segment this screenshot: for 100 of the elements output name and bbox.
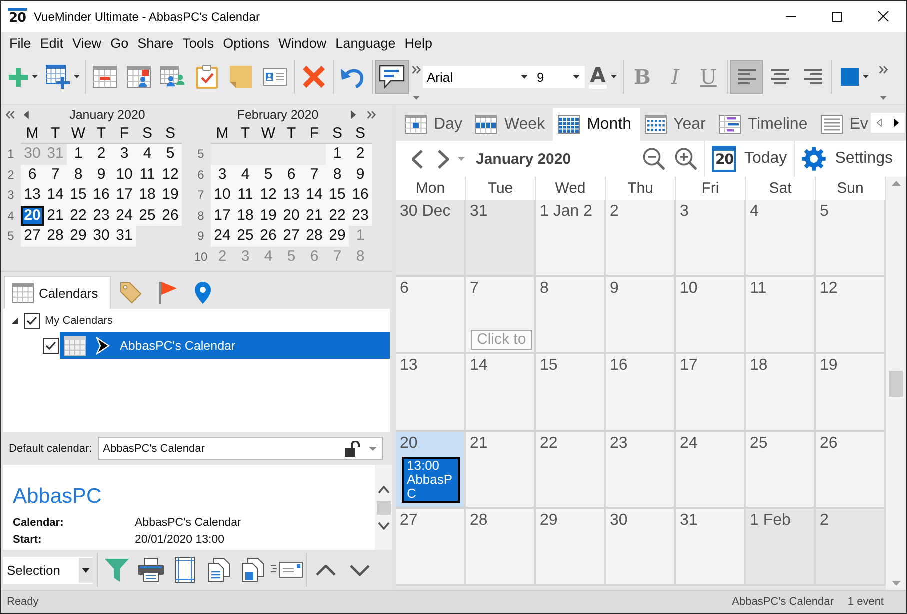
calendar-day-cell[interactable]: 17 (676, 354, 746, 432)
calendar-day[interactable]: 9 (349, 164, 372, 185)
checkbox[interactable] (43, 338, 59, 354)
caret-down-icon[interactable] (79, 558, 93, 582)
calendar-day-cell[interactable]: 12 (816, 277, 886, 354)
calendar-day[interactable]: 10 (211, 185, 234, 206)
menu-item[interactable]: Share (133, 36, 178, 51)
calendar-day-cell[interactable]: 3 (676, 200, 746, 278)
calendar-day[interactable]: 10 (113, 164, 136, 185)
font-select[interactable]: Arial (423, 66, 533, 88)
calendar-day[interactable]: 29 (67, 226, 90, 246)
calendar-day[interactable]: 16 (90, 185, 113, 206)
calendar-day-cell[interactable]: 18 (746, 354, 816, 432)
calendar-day-cell[interactable]: 16 (606, 354, 676, 432)
double-chevron-left-icon[interactable] (6, 110, 14, 118)
calendar-day-cell[interactable]: 1 Feb (746, 508, 816, 586)
calendar-day[interactable]: 19 (257, 206, 280, 226)
settings-button[interactable]: Settings (797, 141, 898, 177)
calendar-list-item[interactable]: AbbasPC's Calendar (60, 332, 390, 359)
scroll-up-icon[interactable] (892, 181, 900, 186)
calendar-day[interactable]: 6 (21, 164, 44, 185)
calendar-day[interactable]: 12 (159, 164, 182, 185)
checkbox[interactable] (24, 313, 40, 329)
calendar-day-cell[interactable]: 28 (466, 508, 536, 586)
scrollbar-thumb[interactable] (376, 500, 390, 514)
triangle-right-icon[interactable] (894, 119, 899, 127)
menu-item[interactable]: Edit (36, 36, 68, 51)
calendar-day-cell[interactable]: 25 (746, 432, 816, 509)
calendar-day[interactable]: 26 (159, 206, 182, 226)
calendar-day[interactable]: 24 (211, 226, 234, 246)
scroll-down-icon[interactable] (892, 581, 900, 586)
calendar-day-cell[interactable]: 8 (536, 277, 606, 354)
chevron-down-icon[interactable] (378, 522, 390, 530)
calendar-day[interactable]: 24 (113, 206, 136, 226)
calendar-day-cell[interactable]: 22 (536, 432, 606, 509)
calendar-day[interactable]: 22 (67, 206, 90, 226)
view-tab[interactable]: Timeline (714, 108, 816, 141)
calendar-day[interactable]: 11 (234, 185, 257, 206)
calendar-day-cell[interactable]: 6 (396, 277, 466, 354)
calendar-day[interactable]: 6 (280, 164, 303, 185)
calendar-day[interactable]: 17 (211, 206, 234, 226)
calendar-day[interactable]: 4 (234, 164, 257, 185)
menu-item[interactable]: Tools (178, 36, 219, 51)
calendar-day[interactable]: 20 (280, 206, 303, 226)
calendar-day[interactable]: 4 (136, 144, 159, 164)
view-tab[interactable]: Year (640, 108, 714, 141)
calendar-day[interactable]: 5 (257, 164, 280, 185)
view-tab[interactable]: Month (553, 108, 640, 141)
calendar-day[interactable]: 7 (303, 164, 326, 185)
view-tab[interactable]: Week (470, 108, 554, 141)
calendar-day[interactable]: 27 (21, 226, 44, 246)
calendar-day[interactable]: 29 (326, 226, 349, 246)
triangle-left-icon[interactable] (877, 119, 882, 127)
calendar-day[interactable]: 21 (44, 206, 67, 226)
calendar-day[interactable]: 30 (90, 226, 113, 246)
calendar-day-cell[interactable]: 5 (816, 200, 886, 278)
calendar-day-cell[interactable]: 31 (466, 200, 536, 278)
calendar-day[interactable]: 13 (21, 185, 44, 206)
calendar-group-item[interactable]: My Calendars (44, 310, 114, 332)
calendar-day-cell[interactable]: 27 (396, 508, 466, 586)
font-color-button[interactable]: A (585, 60, 621, 94)
calendar-day[interactable]: 18 (136, 185, 159, 206)
calendar-day[interactable]: 2 (349, 144, 372, 164)
calendar-day-cell[interactable]: 11 (746, 277, 816, 354)
calendar-day[interactable]: 31 (113, 226, 136, 246)
calendar-day-cell[interactable]: 21 (466, 432, 536, 509)
calendar-day-cell[interactable]: 30 Dec (396, 200, 466, 278)
calendar-day-cell[interactable]: 15 (536, 354, 606, 432)
calendar-day[interactable]: 8 (326, 164, 349, 185)
calendar-day-cell[interactable]: 31 (676, 508, 746, 586)
double-chevron-right-icon[interactable] (878, 66, 888, 74)
calendar-day[interactable]: 17 (113, 185, 136, 206)
calendar-day[interactable]: 7 (44, 164, 67, 185)
menu-item[interactable]: Language (331, 36, 400, 51)
default-calendar-select[interactable]: AbbasPC's Calendar (98, 437, 384, 460)
menu-item[interactable]: Window (274, 36, 332, 51)
calendar-day[interactable]: 11 (136, 164, 159, 185)
triangle-left-icon[interactable] (24, 110, 28, 118)
calendar-day-cell[interactable]: 29 (536, 508, 606, 586)
align-left-button[interactable] (730, 60, 763, 94)
calendar-day[interactable]: 2 (90, 144, 113, 164)
calendar-day[interactable]: 28 (303, 226, 326, 246)
calendar-day[interactable]: 15 (326, 185, 349, 206)
calendar-day[interactable]: 9 (90, 164, 113, 185)
scrollbar[interactable] (886, 177, 906, 590)
calendar-day[interactable]: 14 (303, 185, 326, 206)
calendar-day-cell[interactable]: 10 (676, 277, 746, 354)
calendar-day-cell[interactable]: 4 (746, 200, 816, 278)
calendar-day-cell[interactable]: 2 (816, 508, 886, 586)
calendar-day[interactable]: 26 (257, 226, 280, 246)
calendar-day[interactable]: 22 (326, 206, 349, 226)
calendar-day-cell[interactable]: 23 (606, 432, 676, 509)
calendar-day[interactable]: 15 (67, 185, 90, 206)
calendar-day[interactable]: 28 (44, 226, 67, 246)
calendar-day[interactable]: 14 (44, 185, 67, 206)
event-block[interactable]: 13:00 AbbasPC (402, 456, 460, 503)
calendar-day[interactable]: 23 (349, 206, 372, 226)
calendar-day[interactable]: 21 (303, 206, 326, 226)
calendar-day[interactable]: 3 (211, 164, 234, 185)
double-chevron-right-icon[interactable] (366, 110, 376, 118)
